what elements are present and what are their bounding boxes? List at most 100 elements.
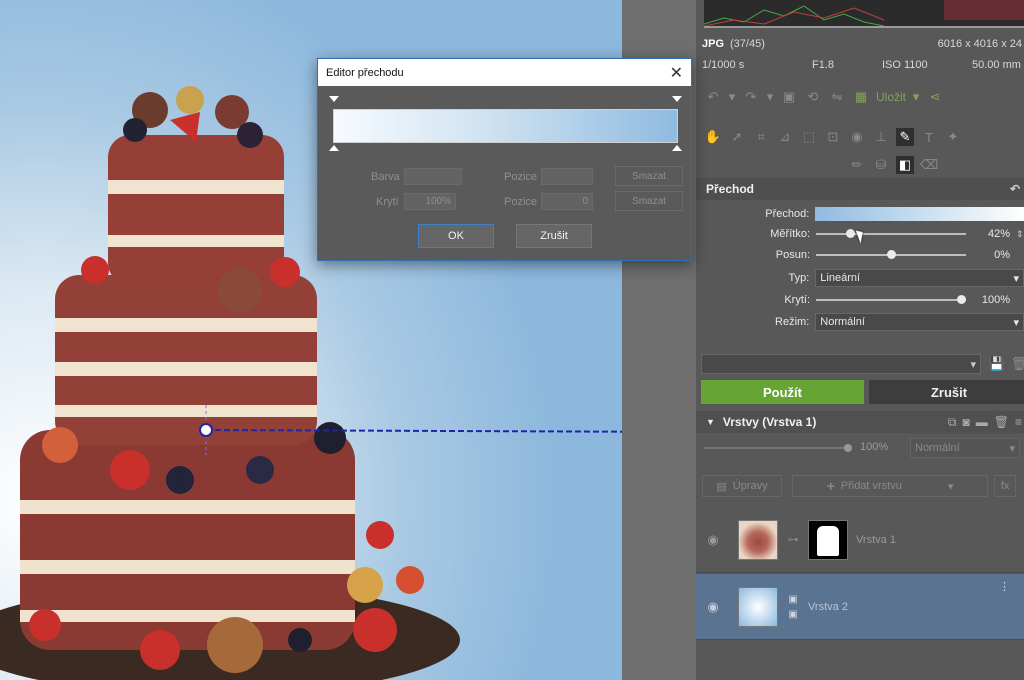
mode-select[interactable]: Normální ▾ bbox=[815, 313, 1024, 331]
share-icon[interactable]: ⋖ bbox=[926, 88, 944, 106]
hand-icon[interactable]: ✋ bbox=[704, 128, 722, 146]
straighten-icon[interactable]: ⊿ bbox=[776, 128, 794, 146]
shift-value[interactable]: 0% bbox=[966, 249, 1016, 261]
redo-dropdown-icon[interactable]: ▾ bbox=[766, 88, 774, 106]
type-select[interactable]: Lineární ▾ bbox=[815, 269, 1024, 287]
opacity-slider[interactable] bbox=[816, 295, 966, 304]
cancel-button[interactable]: Zrušit bbox=[869, 380, 1024, 404]
menu-icon[interactable]: ≡ bbox=[1015, 415, 1022, 430]
scale-slider[interactable] bbox=[816, 229, 966, 238]
delete-preset-icon[interactable]: 🗑 bbox=[1010, 355, 1024, 373]
perspective-icon[interactable]: ⊡ bbox=[824, 128, 842, 146]
layer-opacity-knob[interactable] bbox=[844, 444, 852, 452]
fx-button[interactable]: fx bbox=[994, 475, 1016, 497]
mask-icon[interactable]: ◙ bbox=[963, 415, 970, 430]
layer-opacity-slider[interactable] bbox=[704, 444, 852, 452]
layer-name: Vrstva 1 bbox=[856, 533, 896, 546]
flip-icon[interactable]: ⇋ bbox=[828, 88, 846, 106]
save-dropdown-icon[interactable]: ▾ bbox=[912, 88, 920, 106]
sparkle-icon[interactable]: ✦ bbox=[944, 128, 962, 146]
eye-icon[interactable]: ◉ bbox=[696, 532, 730, 548]
save-button[interactable]: Uložit bbox=[876, 90, 906, 104]
brush-icon[interactable]: ✎ bbox=[896, 128, 914, 146]
collapse-icon[interactable]: ▼ bbox=[706, 417, 715, 427]
save-preset-icon[interactable]: 💾 bbox=[988, 355, 1006, 373]
link-icon[interactable]: ⊶ bbox=[778, 533, 808, 546]
close-icon[interactable]: ✕ bbox=[670, 63, 683, 83]
chevron-down-icon: ▾ bbox=[1013, 272, 1019, 285]
opacity-stop-left[interactable] bbox=[329, 96, 339, 102]
opacity-input[interactable]: 100% bbox=[404, 193, 456, 210]
mode-value: Normální bbox=[820, 316, 865, 328]
layer-name: Vrstva 2 bbox=[808, 600, 848, 613]
pointer-icon[interactable]: ➚ bbox=[728, 128, 746, 146]
color-swatch[interactable] bbox=[404, 168, 462, 185]
transform-icon[interactable]: ⬚ bbox=[800, 128, 818, 146]
layers-header: ▼ Vrstvy (Vrstva 1) ⧉ ◙ ▬ 🗑 ≡ bbox=[696, 411, 1024, 433]
rotate-icon[interactable]: ⟲ bbox=[804, 88, 822, 106]
ok-button[interactable]: OK bbox=[418, 224, 494, 248]
image-icon[interactable]: ▣ bbox=[780, 88, 798, 106]
preset-select[interactable]: ▾ bbox=[701, 354, 981, 374]
redo-icon[interactable]: ↷ bbox=[742, 88, 760, 106]
layer-row[interactable]: ◉ ▣ ▣ Vrstva 2 ⋮ bbox=[696, 574, 1024, 640]
layers-title: Vrstvy (Vrstva 1) bbox=[722, 415, 817, 429]
position-input-1[interactable] bbox=[541, 168, 593, 185]
scale-knob[interactable] bbox=[845, 229, 855, 238]
adjust-button[interactable]: ▤ Úpravy bbox=[702, 475, 782, 497]
eraser-icon[interactable]: ⌫ bbox=[920, 156, 938, 174]
scale-stepper-icon[interactable]: ⇕ bbox=[1016, 229, 1024, 240]
shift-row: Posun: 0% bbox=[696, 245, 1024, 265]
opacity-row: Krytí: 100% bbox=[696, 290, 1024, 310]
delete-layer-icon[interactable]: 🗑 bbox=[994, 415, 1009, 430]
image-counter: (37/45) bbox=[730, 38, 765, 50]
opacity-knob[interactable] bbox=[957, 295, 966, 304]
pencil-icon[interactable]: ✏ bbox=[848, 156, 866, 174]
mask-icon[interactable]: ▣ bbox=[788, 594, 797, 605]
chevron-down-icon: ▾ bbox=[1013, 316, 1019, 329]
reset-icon[interactable]: ↶ bbox=[1010, 182, 1024, 196]
dialog-title: Editor přechodu bbox=[326, 66, 404, 79]
eye-icon[interactable]: ◉ bbox=[696, 599, 730, 615]
gradient-tool-icon[interactable]: ◧ bbox=[896, 156, 914, 174]
delete-button-2[interactable]: Smazat bbox=[615, 191, 683, 211]
save-icon[interactable]: ▦ bbox=[852, 88, 870, 106]
image-dimensions: 6016 x 4016 x 24 bbox=[937, 38, 1022, 50]
blend-value: Normální bbox=[915, 442, 960, 454]
folder-icon[interactable]: ▬ bbox=[976, 415, 988, 430]
color-stop-right[interactable] bbox=[672, 145, 682, 151]
dialog-cancel-button[interactable]: Zrušit bbox=[516, 224, 592, 248]
tools-toolbar-2: ✏ ⛁ ◧ ⌫ bbox=[848, 156, 938, 174]
undo-icon[interactable]: ↶ bbox=[704, 88, 722, 106]
blend-select[interactable]: Normální ▾ bbox=[910, 438, 1020, 458]
scale-value[interactable]: 42% bbox=[966, 228, 1016, 240]
gradient-preview[interactable] bbox=[815, 207, 1024, 221]
crop-icon[interactable]: ⌗ bbox=[752, 128, 770, 146]
shift-slider[interactable] bbox=[816, 250, 966, 259]
stamp-icon[interactable]: ⊥ bbox=[872, 128, 890, 146]
eye-icon[interactable]: ◉ bbox=[848, 128, 866, 146]
opacity-value[interactable]: 100% bbox=[966, 294, 1016, 306]
opacity-label: Krytí: bbox=[784, 294, 810, 306]
plus-icon: + bbox=[826, 478, 835, 494]
gradient-section-header: Přechod ↶ bbox=[696, 178, 1024, 200]
layer-opacity-value[interactable]: 100% bbox=[860, 441, 888, 453]
duplicate-layer-icon[interactable]: ⧉ bbox=[948, 415, 957, 430]
more-icon[interactable]: ⋮ bbox=[999, 574, 1024, 593]
chevron-down-icon: ▾ bbox=[947, 480, 954, 493]
layer-options-icon[interactable]: ▣ bbox=[788, 609, 797, 620]
undo-dropdown-icon[interactable]: ▾ bbox=[728, 88, 736, 106]
apply-button[interactable]: Použít bbox=[701, 380, 864, 404]
add-layer-label: Přidat vrstvu bbox=[840, 480, 902, 492]
type-row: Typ: Lineární ▾ bbox=[696, 268, 1024, 288]
color-stop-left[interactable] bbox=[329, 145, 339, 151]
add-layer-button[interactable]: + Přidat vrstvu ▾ bbox=[792, 475, 988, 497]
text-icon[interactable]: T bbox=[920, 128, 938, 146]
layer-row[interactable]: ◉ ⊶ Vrstva 1 bbox=[696, 507, 1024, 573]
shift-knob[interactable] bbox=[886, 250, 896, 259]
delete-button-1[interactable]: Smazat bbox=[615, 166, 683, 186]
gradient-bar[interactable] bbox=[333, 109, 678, 143]
bucket-icon[interactable]: ⛁ bbox=[872, 156, 890, 174]
position-input-2[interactable]: 0 bbox=[541, 193, 593, 210]
opacity-stop-right[interactable] bbox=[672, 96, 682, 102]
